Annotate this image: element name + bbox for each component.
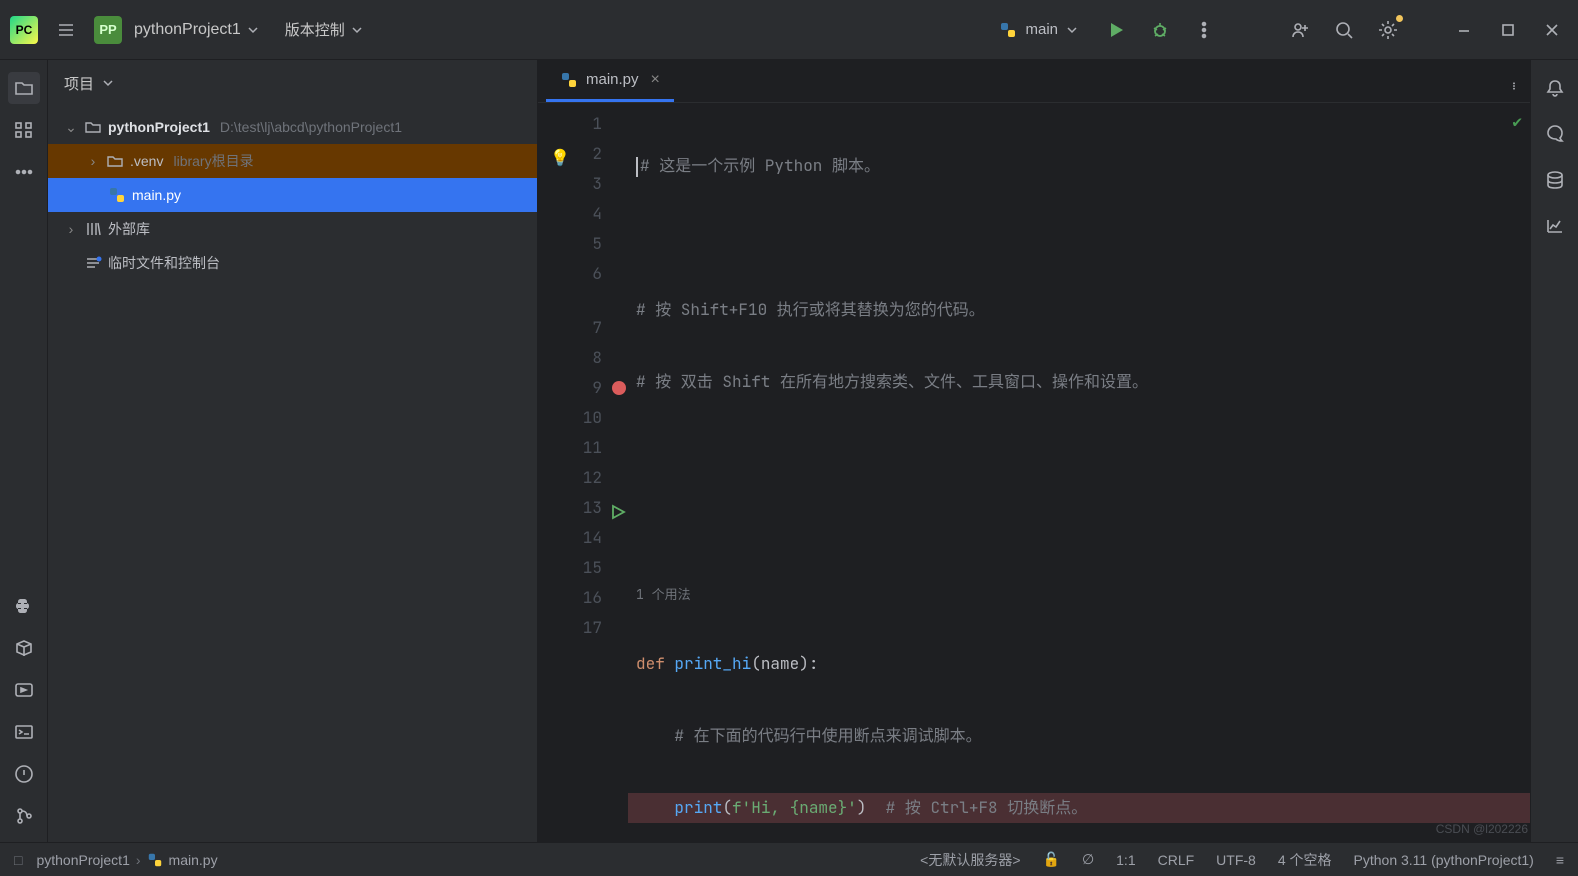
- usage-hint[interactable]: 1 个用法: [628, 583, 1530, 607]
- sciview-icon[interactable]: [1539, 210, 1571, 242]
- editor-tab-label: main.py: [586, 71, 639, 88]
- tree-file-main[interactable]: main.py: [48, 178, 537, 212]
- project-menu[interactable]: pythonProject1: [134, 21, 259, 39]
- folder-icon: [106, 152, 124, 170]
- run-button[interactable]: [1100, 14, 1132, 46]
- database-icon[interactable]: [1539, 164, 1571, 196]
- tree-root-label: pythonProject1: [108, 119, 210, 135]
- run-config-selector[interactable]: main: [989, 17, 1088, 43]
- ai-assistant-icon[interactable]: [1539, 118, 1571, 150]
- vcs-label: 版本控制: [285, 19, 345, 40]
- project-badge: PP: [94, 16, 122, 44]
- breakpoint-icon[interactable]: [612, 381, 626, 395]
- editor-tabs: main.py ×: [538, 60, 1530, 103]
- indent-settings[interactable]: 4 个空格: [1278, 850, 1332, 870]
- file-encoding[interactable]: UTF-8: [1216, 852, 1256, 868]
- pycharm-logo-icon: PC: [10, 16, 38, 44]
- chevron-down-icon: ⌄: [64, 119, 78, 136]
- vcs-menu[interactable]: 版本控制: [285, 19, 363, 40]
- chevron-down-icon: [351, 24, 363, 36]
- chevron-right-icon: ›: [86, 153, 100, 169]
- code-line-4: # 按 双击 Shift 在所有地方搜索类、文件、工具窗口、操作和设置。: [636, 371, 1148, 392]
- menu-hamburger-icon[interactable]: [50, 14, 82, 46]
- no-sync-icon[interactable]: ∅: [1082, 851, 1094, 868]
- project-tree: ⌄ pythonProject1 D:\test\lj\abcd\pythonP…: [48, 106, 537, 284]
- settings-icon[interactable]: [1372, 14, 1404, 46]
- right-tool-strip: [1530, 60, 1578, 842]
- tree-file-label: main.py: [132, 187, 181, 203]
- code-line-8: # 在下面的代码行中使用断点来调试脚本。: [636, 725, 982, 746]
- problems-icon[interactable]: [8, 758, 40, 790]
- library-icon: [84, 220, 102, 238]
- python-file-icon: [560, 71, 578, 89]
- chevron-right-icon: ›: [64, 221, 78, 237]
- cursor-position[interactable]: 1:1: [1116, 852, 1135, 868]
- tree-scratches[interactable]: › 临时文件和控制台: [48, 246, 537, 280]
- structure-tool-icon[interactable]: [8, 114, 40, 146]
- run-config-name: main: [1025, 21, 1058, 38]
- minimize-button[interactable]: [1448, 14, 1480, 46]
- status-menu-icon[interactable]: ≡: [1556, 852, 1564, 868]
- tree-root-path: D:\test\lj\abcd\pythonProject1: [220, 119, 402, 135]
- line-separator[interactable]: CRLF: [1158, 852, 1195, 868]
- more-actions-icon[interactable]: [1188, 14, 1220, 46]
- tree-venv-hint: library根目录: [173, 151, 253, 171]
- project-panel-header[interactable]: 项目: [48, 60, 537, 106]
- tree-ext-label: 外部库: [108, 219, 150, 239]
- titlebar: PC PP pythonProject1 版本控制 main: [0, 0, 1578, 60]
- project-name: pythonProject1: [134, 21, 241, 39]
- code-content[interactable]: # 这是一个示例 Python 脚本。 # 按 Shift+F10 执行或将其替…: [628, 103, 1530, 842]
- status-server[interactable]: <无默认服务器>: [920, 850, 1020, 870]
- python-console-icon[interactable]: [8, 590, 40, 622]
- inspections-ok-icon[interactable]: ✔: [1512, 111, 1522, 132]
- python-packages-icon[interactable]: [8, 632, 40, 664]
- tree-root[interactable]: ⌄ pythonProject1 D:\test\lj\abcd\pythonP…: [48, 110, 537, 144]
- tree-venv-label: .venv: [130, 153, 163, 169]
- tree-venv[interactable]: › .venv library根目录: [48, 144, 537, 178]
- services-icon[interactable]: [8, 674, 40, 706]
- more-tools-icon[interactable]: [8, 156, 40, 188]
- code-line-1: # 这是一个示例 Python 脚本。: [640, 155, 880, 176]
- close-tab-icon[interactable]: ×: [651, 71, 660, 89]
- tab-options-icon[interactable]: [1498, 70, 1530, 102]
- nav-back-icon[interactable]: □: [14, 852, 22, 868]
- editor-gutter: 1 2💡 3 4 5 6 7 8 9 10 11 12 13 14 15 16 …: [538, 103, 628, 842]
- scratch-icon: [84, 254, 102, 272]
- editor-tab-main[interactable]: main.py ×: [546, 60, 674, 102]
- code-with-me-icon[interactable]: [1284, 14, 1316, 46]
- python-file-icon: [147, 852, 163, 868]
- search-icon[interactable]: [1328, 14, 1360, 46]
- code-line-3: # 按 Shift+F10 执行或将其替换为您的代码。: [636, 299, 985, 320]
- vcs-tool-icon[interactable]: [8, 800, 40, 832]
- python-file-icon: [999, 21, 1017, 39]
- tree-external-libs[interactable]: › 外部库: [48, 212, 537, 246]
- breadcrumb[interactable]: pythonProject1 › main.py: [36, 852, 217, 868]
- interpreter[interactable]: Python 3.11 (pythonProject1): [1354, 852, 1534, 868]
- chevron-down-icon: [102, 77, 114, 89]
- tree-scratch-label: 临时文件和控制台: [108, 253, 220, 273]
- project-tool-icon[interactable]: [8, 72, 40, 104]
- editor-area: main.py × 1 2💡 3 4 5 6 7 8 9 10 11 12 13: [538, 60, 1530, 842]
- code-editor[interactable]: 1 2💡 3 4 5 6 7 8 9 10 11 12 13 14 15 16 …: [538, 103, 1530, 842]
- project-panel-title: 项目: [64, 73, 94, 94]
- status-readonly-icon[interactable]: 🔓: [1043, 851, 1060, 868]
- left-tool-strip: [0, 60, 48, 842]
- status-bar: □ pythonProject1 › main.py <无默认服务器> 🔓 ∅ …: [0, 842, 1578, 876]
- chevron-down-icon: [247, 24, 259, 36]
- terminal-icon[interactable]: [8, 716, 40, 748]
- chevron-down-icon: [1066, 24, 1078, 36]
- debug-button[interactable]: [1144, 14, 1176, 46]
- close-button[interactable]: [1536, 14, 1568, 46]
- project-panel: 项目 ⌄ pythonProject1 D:\test\lj\abcd\pyth…: [48, 60, 538, 842]
- notifications-icon[interactable]: [1539, 72, 1571, 104]
- maximize-button[interactable]: [1492, 14, 1524, 46]
- folder-icon: [84, 118, 102, 136]
- python-file-icon: [108, 186, 126, 204]
